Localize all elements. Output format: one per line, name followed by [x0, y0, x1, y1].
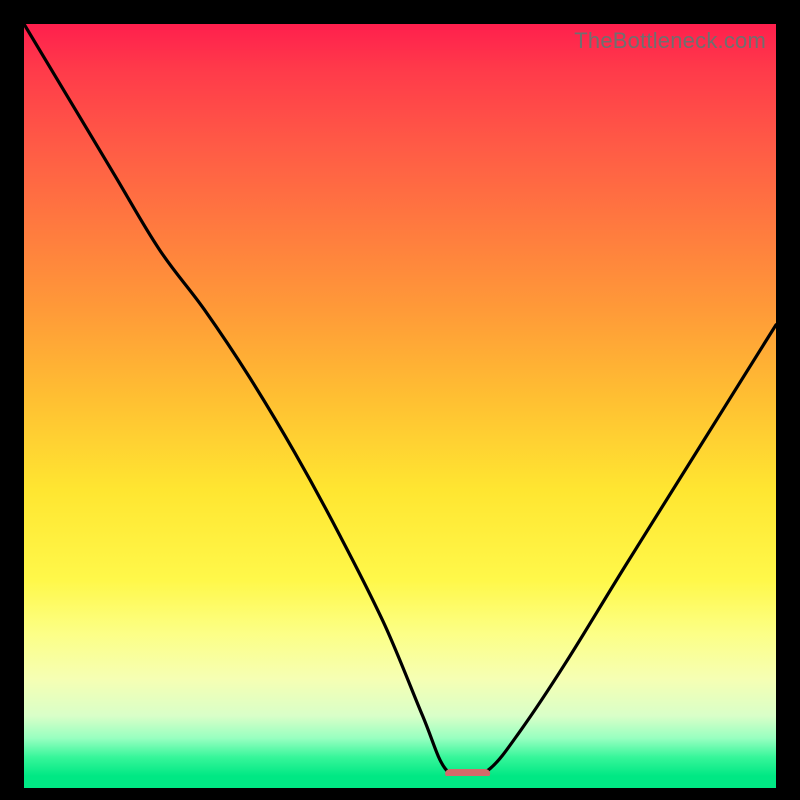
- chart-frame: TheBottleneck.com: [24, 24, 776, 788]
- bottleneck-curve: [24, 24, 776, 776]
- chart-baseline-band: [24, 776, 776, 788]
- chart-plot-area: TheBottleneck.com: [24, 24, 776, 776]
